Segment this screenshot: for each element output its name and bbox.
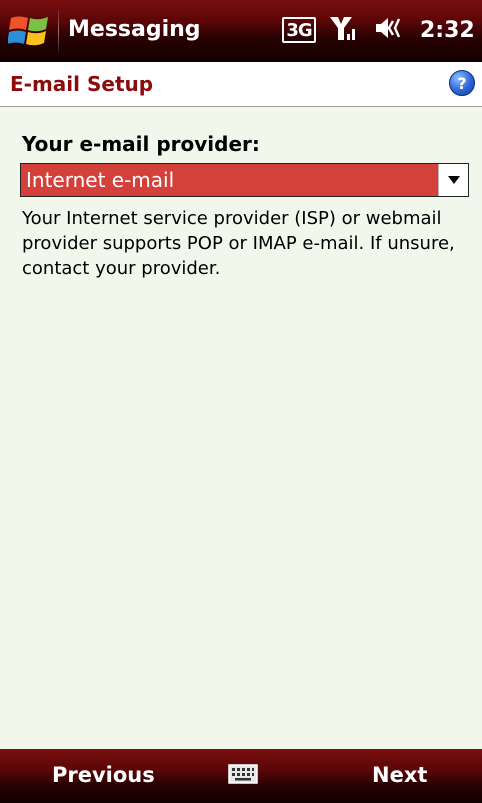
clock[interactable]: 2:32 xyxy=(420,18,475,43)
softkey-bar: Previous Next xyxy=(0,749,482,803)
windows-logo-icon[interactable] xyxy=(7,12,52,50)
next-button[interactable]: Next xyxy=(372,763,427,787)
keyboard-icon[interactable] xyxy=(228,764,258,784)
provider-label: Your e-mail provider: xyxy=(22,132,260,156)
3g-icon: 3G xyxy=(282,17,316,43)
speaker-icon[interactable] xyxy=(372,14,404,46)
previous-button[interactable]: Previous xyxy=(52,763,155,787)
provider-description: Your Internet service provider (ISP) or … xyxy=(22,208,455,279)
status-icons: 3G 2:32 xyxy=(282,14,475,46)
signal-strength-icon[interactable] xyxy=(328,14,360,46)
page-header: E-mail Setup ? xyxy=(0,62,482,107)
page-title: E-mail Setup xyxy=(10,72,154,96)
chevron-down-icon[interactable] xyxy=(438,164,468,196)
provider-selected-value[interactable]: Internet e-mail xyxy=(21,164,439,196)
title-bar: Messaging 3G 2:32 xyxy=(0,0,482,62)
help-icon[interactable]: ? xyxy=(449,70,475,96)
title-separator xyxy=(58,10,59,52)
app-title: Messaging xyxy=(68,17,201,42)
main-content: Your e-mail provider: Internet e-mail Yo… xyxy=(0,107,482,749)
provider-dropdown[interactable]: Internet e-mail xyxy=(20,163,469,197)
